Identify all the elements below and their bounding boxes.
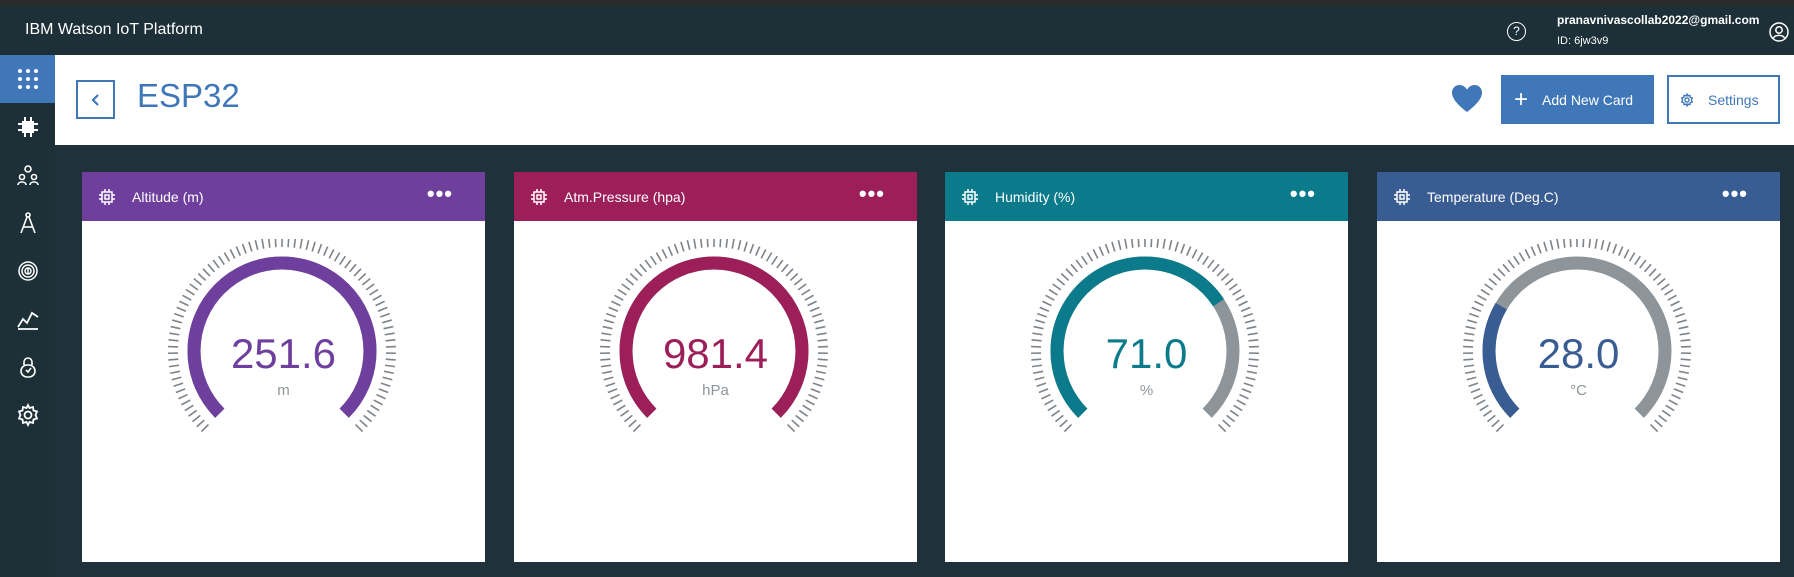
compass-icon [19, 212, 36, 234]
fingerprint-icon [17, 261, 38, 281]
card-header: Temperature (Deg.C) ••• [1377, 172, 1780, 221]
card-header: Humidity (%) ••• [945, 172, 1348, 221]
gauge-unit: °C [1570, 382, 1587, 399]
settings-gear-icon [17, 403, 38, 427]
favorite-heart-icon[interactable] [1451, 84, 1483, 114]
sidebar-item-analytics[interactable] [0, 295, 55, 343]
add-new-card-label: Add New Card [1542, 91, 1634, 108]
card-altitude[interactable]: Altitude (m) ••• 251.6 m [82, 172, 485, 562]
gauge-unit: % [1139, 382, 1154, 399]
card-title: Humidity (%) [995, 189, 1076, 205]
user-avatar-icon[interactable] [1769, 22, 1789, 42]
top-bar: IBM Watson IoT Platform ? pranavnivascol… [0, 6, 1794, 55]
gauge-unit: hPa [702, 382, 729, 399]
device-chip-icon [99, 189, 115, 205]
card-title: Temperature (Deg.C) [1427, 189, 1559, 205]
back-button[interactable] [76, 80, 115, 119]
overflow-menu-icon[interactable]: ••• [1722, 181, 1748, 207]
members-icon [16, 165, 39, 186]
page-title: ESP32 [137, 77, 240, 114]
board-header: ESP32 + Add New Card Settings [55, 55, 1794, 145]
analytics-icon [16, 311, 38, 330]
overflow-menu-icon[interactable]: ••• [427, 181, 453, 207]
card-title: Atm.Pressure (hpa) [564, 189, 686, 205]
gauge-value: 28.0 [1537, 330, 1620, 377]
sidebar-item-fingerprint[interactable] [0, 247, 55, 295]
user-id: ID: 6jw3v9 [1557, 35, 1609, 47]
card-title: Altitude (m) [132, 189, 204, 205]
gauge-value: 251.6 [230, 330, 337, 377]
card-atm-pressure[interactable]: Atm.Pressure (hpa) ••• 981.4 hPa [514, 172, 917, 562]
chevron-left-icon [90, 93, 99, 106]
settings-button[interactable]: Settings [1667, 75, 1780, 124]
overflow-menu-icon[interactable]: ••• [859, 181, 885, 207]
gauge-unit: m [277, 382, 290, 399]
sidebar-item-security[interactable] [0, 343, 55, 391]
security-lock-icon [19, 357, 36, 378]
card-humidity[interactable]: Humidity (%) ••• 71.0 % [945, 172, 1348, 562]
sidebar-item-devices[interactable] [0, 103, 55, 151]
card-temperature[interactable]: Temperature (Deg.C) ••• 28.0 °C [1377, 172, 1780, 562]
sidebar-item-settings[interactable] [0, 391, 55, 439]
add-new-card-button[interactable]: + Add New Card [1501, 75, 1654, 124]
user-email[interactable]: pranavnivascollab2022@gmail.com [1557, 13, 1759, 27]
sidebar [0, 55, 55, 577]
device-chip-icon [531, 189, 547, 205]
apps-grid-icon [17, 69, 38, 89]
sidebar-item-apps[interactable] [0, 55, 55, 103]
devices-chip-icon [17, 117, 38, 137]
card-header: Atm.Pressure (hpa) ••• [514, 172, 917, 221]
gauge-value: 981.4 [662, 330, 769, 377]
sidebar-item-apps-compass[interactable] [0, 199, 55, 247]
settings-label: Settings [1708, 91, 1759, 108]
sidebar-item-members[interactable] [0, 151, 55, 199]
card-header: Altitude (m) ••• [82, 172, 485, 221]
gear-icon [1680, 92, 1694, 107]
help-icon[interactable]: ? [1507, 22, 1526, 41]
plus-icon: + [1514, 85, 1529, 113]
device-chip-icon [1394, 189, 1410, 205]
overflow-menu-icon[interactable]: ••• [1290, 181, 1316, 207]
app-title[interactable]: IBM Watson IoT Platform [25, 21, 203, 39]
device-chip-icon [962, 189, 978, 205]
gauge-value: 71.0 [1105, 330, 1188, 377]
